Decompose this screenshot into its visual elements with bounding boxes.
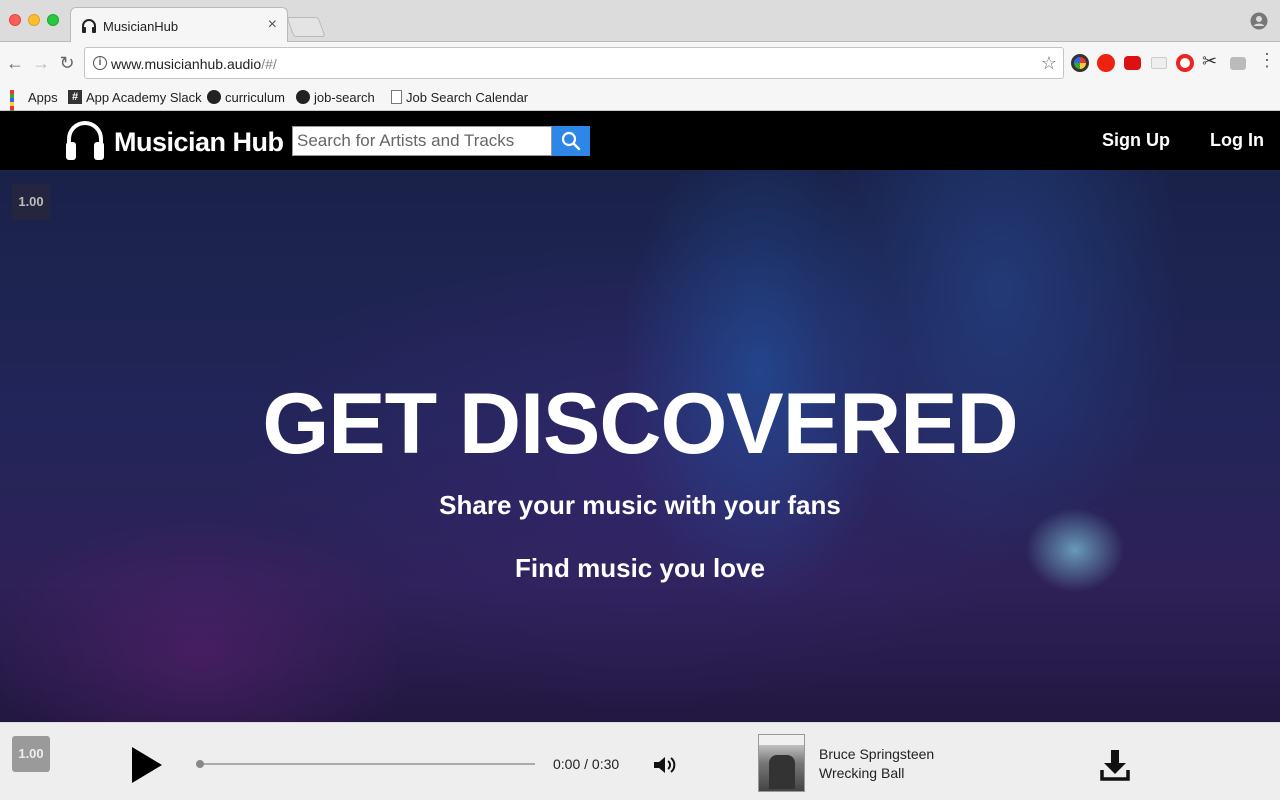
progress-track[interactable] [197,763,535,765]
browser-toolbar: ← → ↻ i www.musicianhub.audio/#/ ☆ ✂ ⋮ [0,42,1280,84]
headphones-icon [82,19,96,33]
bookmark-job-search-calendar[interactable]: Job Search Calendar [391,88,528,106]
scissors-icon[interactable]: ✂ [1202,51,1220,71]
tab-close-icon[interactable]: × [268,16,277,34]
search-button[interactable] [552,126,590,156]
tab-title: MusicianHub [103,19,179,34]
maximize-window-button[interactable] [47,14,59,26]
bookmark-star-icon[interactable]: ☆ [1041,53,1057,74]
headphones-logo-icon[interactable] [64,118,106,162]
video-speed-badge[interactable]: 1.00 [12,184,50,220]
album-art [758,734,805,792]
log-in-link[interactable]: Log In [1210,130,1264,151]
slack-hash-icon: # [68,90,82,104]
close-window-button[interactable] [9,14,21,26]
audio-player-bar: 1.00 0:00 / 0:30 Bruce Springsteen Wreck… [0,722,1280,800]
playback-speed-button[interactable]: 1.00 [12,736,50,772]
bookmark-label: curriculum [225,89,285,105]
bookmark-curriculum[interactable]: curriculum [207,88,285,106]
info-icon[interactable]: i [93,56,107,70]
reload-icon[interactable]: ↻ [57,53,77,73]
address-bar[interactable]: i www.musicianhub.audio/#/ ☆ [84,47,1064,79]
search-input[interactable] [292,126,552,156]
track-title[interactable]: Wrecking Ball [819,765,904,781]
new-tab-button[interactable] [286,17,326,37]
bookmarks-bar: Apps # App Academy Slack curriculum job-… [0,84,1280,126]
browser-tab-bar: MusicianHub × [0,0,1280,43]
hero-subtitle-share: Share your music with your fans [439,490,841,520]
bookmark-label: Apps [28,89,58,105]
track-artist[interactable]: Bruce Springsteen [819,746,934,762]
playback-time: 0:00 / 0:30 [553,756,620,772]
document-icon [391,90,402,104]
menu-kebab-icon[interactable]: ⋮ [1258,50,1276,70]
apps-grid-icon [10,90,24,126]
hero-title: GET DISCOVERED [262,376,1018,472]
site-navbar: Musician Hub Sign Up Log In [0,111,1280,170]
extension-alert-icon[interactable] [1097,54,1115,72]
download-icon[interactable] [1100,748,1130,782]
search-icon [561,131,581,151]
hero-subtitle-find: Find music you love [515,553,765,583]
extension-color-icon[interactable] [1071,54,1089,72]
volume-icon[interactable] [652,754,676,776]
hero-banner: 1.00 GET DISCOVERED Share your music wit… [0,170,1280,722]
bookmark-label: App Academy Slack [86,89,202,105]
play-icon[interactable] [128,745,164,785]
camera-icon[interactable] [1230,57,1246,70]
profile-icon[interactable] [1250,12,1268,30]
extension-video-icon[interactable] [1124,56,1141,70]
bookmark-label: job-search [314,89,375,105]
browser-tab[interactable]: MusicianHub × [70,7,288,43]
url-text[interactable]: www.musicianhub.audio/#/ [111,56,277,72]
back-arrow-icon[interactable]: ← [5,53,25,73]
sign-up-link[interactable]: Sign Up [1102,130,1170,151]
extension-blank-icon[interactable] [1151,57,1167,69]
progress-knob[interactable] [196,760,204,768]
github-icon [296,90,310,104]
bookmark-job-search[interactable]: job-search [296,88,375,106]
bookmark-app-academy-slack[interactable]: # App Academy Slack [68,88,202,106]
bookmark-apps[interactable]: Apps [10,88,58,126]
minimize-window-button[interactable] [28,14,40,26]
github-icon [207,90,221,104]
site-logo-text[interactable]: Musician Hub [114,127,284,158]
bookmark-label: Job Search Calendar [406,89,529,105]
opera-icon[interactable] [1176,54,1194,72]
forward-arrow-icon[interactable]: → [31,53,51,73]
